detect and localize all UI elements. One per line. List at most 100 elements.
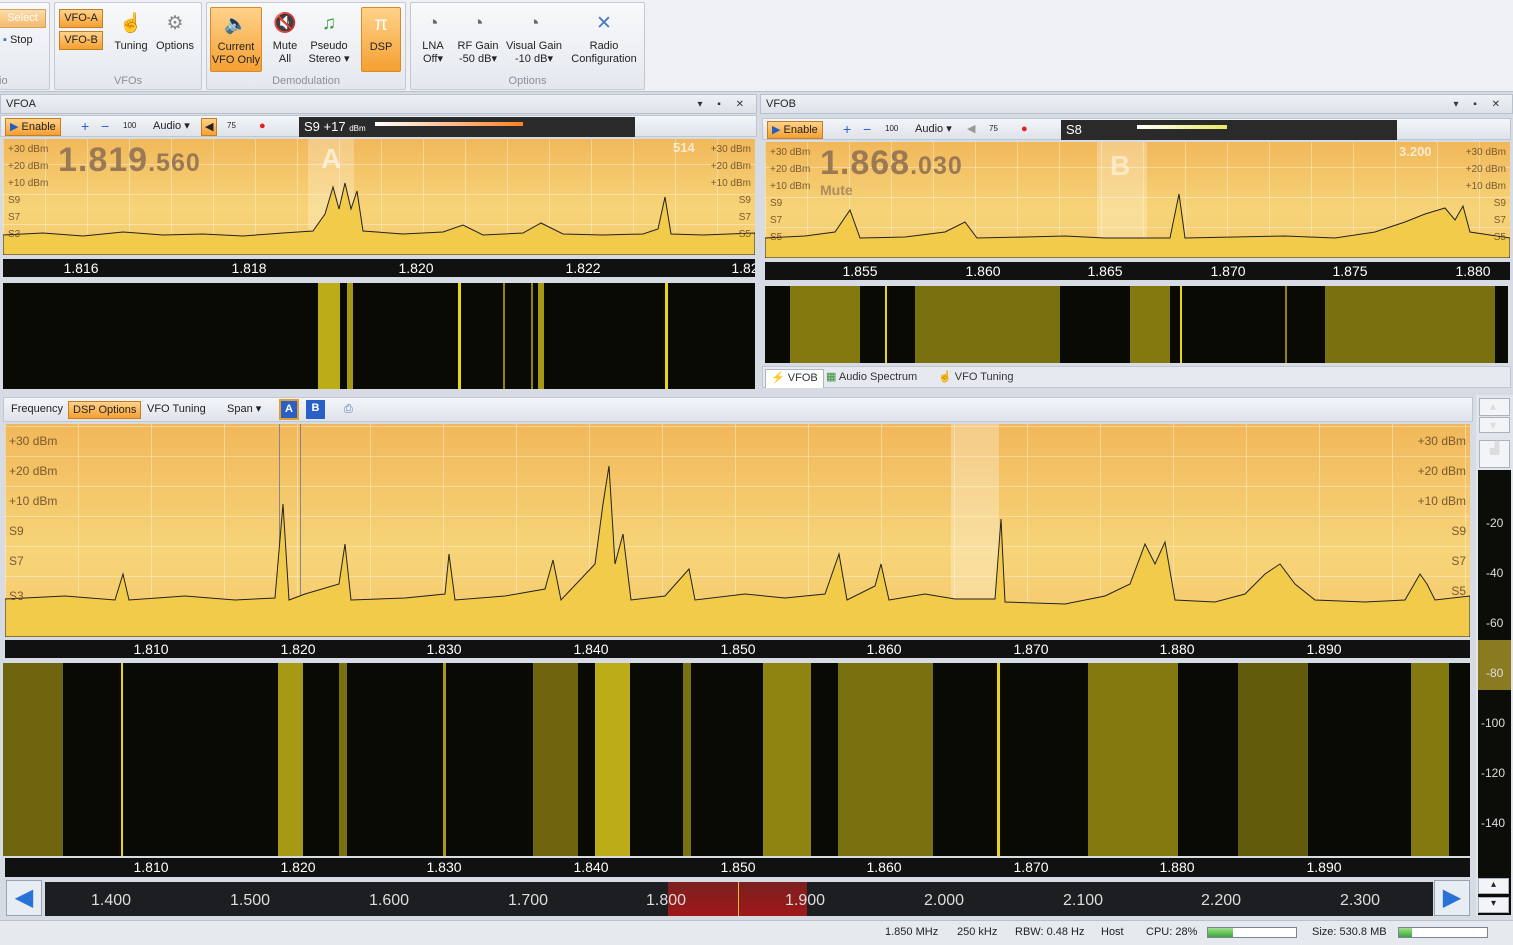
- tab-vfo-tuning-main[interactable]: VFO Tuning: [143, 401, 210, 419]
- vfoa-window-controls[interactable]: ▾ ▪ ✕: [698, 96, 751, 114]
- vfob-freq-main: 1.868: [820, 144, 911, 182]
- main-frequency-scale[interactable]: 1.810 1.820 1.830 1.840 1.850 1.860 1.87…: [5, 640, 1470, 658]
- tuning-button[interactable]: ☝ Tuning: [111, 11, 151, 53]
- vfob-frequency-scale[interactable]: 1.855 1.860 1.865 1.870 1.875 1.880: [765, 262, 1510, 280]
- tab-vfo-tuning[interactable]: ☝ VFO Tuning: [933, 369, 1018, 388]
- zoom-down-button[interactable]: ▾: [1478, 897, 1509, 913]
- zoom-up-button[interactable]: ▴: [1478, 878, 1509, 894]
- pseudo-stereo-button[interactable]: ♫ Pseudo Stereo ▾: [307, 11, 351, 66]
- rf-gain-button[interactable]: ◔ RF Gain -50 dB▾: [455, 11, 501, 66]
- main-db-left: +30 dBm +20 dBm +10 dBm S9 S7 S3: [9, 434, 58, 603]
- stop-button[interactable]: ▪ Stop: [3, 34, 33, 46]
- tab-audio-spectrum[interactable]: ▦ Audio Spectrum: [821, 369, 922, 388]
- vfob-minus-button[interactable]: −: [859, 121, 875, 139]
- band-label: 2.000: [924, 892, 965, 909]
- vfob-enable-button[interactable]: ▶ Enable: [767, 121, 823, 139]
- lna-button[interactable]: ◔ LNA Off▾: [417, 11, 449, 66]
- scroll-down-button[interactable]: ▾: [1479, 417, 1510, 433]
- wf-scale-label: 1.810: [133, 859, 169, 875]
- memory-progress-bar: [1398, 927, 1488, 938]
- rf-label-1: RF Gain: [457, 40, 499, 52]
- vfoa-frequency-scale[interactable]: 1.816 1.818 1.820 1.822 1.82: [3, 259, 755, 277]
- band-left-button[interactable]: ◀: [6, 880, 42, 916]
- vfoa-squelch-button[interactable]: 75: [223, 118, 240, 136]
- lna-label-1: LNA: [422, 40, 444, 52]
- main-scale-label: 1.880: [1159, 641, 1195, 657]
- stop-label: Stop: [9, 34, 33, 46]
- radio-configuration-button[interactable]: ✕ Radio Configuration: [567, 11, 641, 66]
- main-scale-label: 1.890: [1306, 641, 1342, 657]
- wf-scale-label: 1.860: [866, 859, 902, 875]
- vfob-freq-sub: .030: [910, 152, 963, 180]
- main-spectrum[interactable]: +30 dBm +20 dBm +10 dBm S9 S7 S3 +30 dBm +20 d…: [5, 424, 1470, 637]
- db-scale-handle[interactable]: [1478, 640, 1511, 690]
- band-navigator[interactable]: 1.400 1.500 1.600 1.700 1.800 1.900 2.00…: [45, 882, 1433, 916]
- pseudo-label-2: Stereo: [308, 53, 341, 65]
- vfoa-bandwidth: 514: [673, 140, 695, 155]
- visual-gain-button[interactable]: ◔ Visual Gain -10 dB▾: [503, 11, 565, 66]
- vfob-step[interactable]: 100: [881, 121, 902, 139]
- vfoa-audio-dropdown[interactable]: Audio ▾: [149, 118, 194, 136]
- vfob-title-bar: VFOB ▾ ▪ ✕: [760, 94, 1513, 114]
- waterfall-frequency-scale[interactable]: 1.810 1.820 1.830 1.840 1.850 1.860 1.87…: [5, 858, 1470, 877]
- vfoa-speaker-button[interactable]: ◀: [201, 118, 218, 136]
- scroll-up-button[interactable]: ▴: [1479, 398, 1510, 416]
- chevron-up-icon: ▴: [1490, 399, 1497, 413]
- music-note-icon: ♫: [321, 13, 337, 34]
- band-label: 1.600: [369, 892, 410, 909]
- wrench-icon: ✕: [596, 13, 612, 34]
- vfob-audio-dropdown[interactable]: Audio ▾: [911, 121, 956, 139]
- vfob-scale-label: 1.870: [1210, 263, 1246, 279]
- tab-dsp-options[interactable]: DSP Options: [68, 401, 142, 419]
- band-right-button[interactable]: ▶: [1434, 880, 1470, 916]
- spectrum-view-button[interactable]: ▟: [1479, 440, 1510, 468]
- vfob-toolbar: ▶ Enable + − 100 Audio ▾ ◀ 75 ● S8: [762, 118, 1511, 140]
- vfo-a-select-button[interactable]: A: [279, 399, 299, 420]
- wf-scale-label: 1.850: [720, 859, 756, 875]
- vfob-audio-label: Audio: [915, 123, 944, 135]
- vfo-b-button[interactable]: VFO-B: [59, 31, 103, 50]
- main-waterfall[interactable]: [3, 663, 1470, 856]
- vfo-a-button[interactable]: VFO-A: [59, 9, 103, 28]
- wf-scale-label: 1.820: [280, 859, 316, 875]
- vfob-plus-button[interactable]: +: [839, 121, 855, 139]
- vfoa-step[interactable]: 100: [119, 118, 140, 136]
- source-group: Select ▪ Stop io: [0, 2, 50, 90]
- wf-scale-label: 1.890: [1306, 859, 1342, 875]
- vfob-squelch-button[interactable]: 75: [985, 121, 1002, 139]
- vfoa-enable-button[interactable]: ▶ Enable: [5, 118, 61, 136]
- gauge-icon: ◔: [472, 13, 484, 34]
- vfoa-spectrum[interactable]: +30 dBm +20 dBm +10 dBm S9 S7 S3 +30 dBm +20 d…: [3, 139, 755, 255]
- vfob-spectrum[interactable]: +30 dBm +20 dBm +10 dBm S9 S7 S5 +30 dBm +20 d…: [765, 142, 1510, 258]
- mute-all-button[interactable]: 🔇 Mute All: [267, 11, 303, 66]
- span-dropdown[interactable]: Span ▾: [223, 401, 265, 419]
- spectrum-icon: ▦: [826, 371, 837, 383]
- options-button[interactable]: ⚙ Options: [153, 11, 197, 53]
- select-button[interactable]: Select: [0, 9, 46, 28]
- status-host: Host: [1101, 926, 1124, 938]
- arrow-left-icon: ◀: [14, 884, 34, 911]
- tab-frequency[interactable]: Frequency: [7, 401, 67, 419]
- options-label: Options: [156, 40, 194, 52]
- vfoa-record-button[interactable]: ●: [255, 118, 270, 136]
- vfoa-minus-button[interactable]: −: [97, 118, 113, 136]
- vfob-mute-button[interactable]: ◀: [963, 121, 979, 139]
- tab-vfob[interactable]: ⚡ VFOB: [765, 369, 824, 388]
- gauge-icon: ◔: [427, 13, 439, 34]
- current-vfo-only-button[interactable]: 🔈 Current VFO Only: [210, 7, 262, 72]
- vfob-record-button[interactable]: ●: [1017, 121, 1032, 139]
- dsp-button[interactable]: π DSP: [361, 7, 401, 72]
- play-icon: ▶: [772, 124, 781, 136]
- vfob-waterfall[interactable]: [765, 286, 1508, 363]
- vfob-frequency-display[interactable]: 1.868.030: [820, 144, 963, 183]
- vfoa-db-right: +30 dBm +20 dBm +10 dBm S9 S7 S5: [710, 144, 751, 240]
- vfoa-waterfall[interactable]: [3, 283, 755, 389]
- vfoa-title: VFOA: [6, 98, 36, 110]
- vfoa-frequency-display[interactable]: 1.819.560: [58, 141, 201, 180]
- vfob-mute-indicator: Mute: [820, 182, 853, 198]
- vfo-b-select-button[interactable]: B: [306, 400, 325, 419]
- vfob-window-controls[interactable]: ▾ ▪ ✕: [1454, 96, 1507, 114]
- vfoa-plus-button[interactable]: +: [77, 118, 93, 136]
- db-scale-bar[interactable]: [1478, 470, 1511, 915]
- print-icon[interactable]: ⎙: [340, 401, 357, 419]
